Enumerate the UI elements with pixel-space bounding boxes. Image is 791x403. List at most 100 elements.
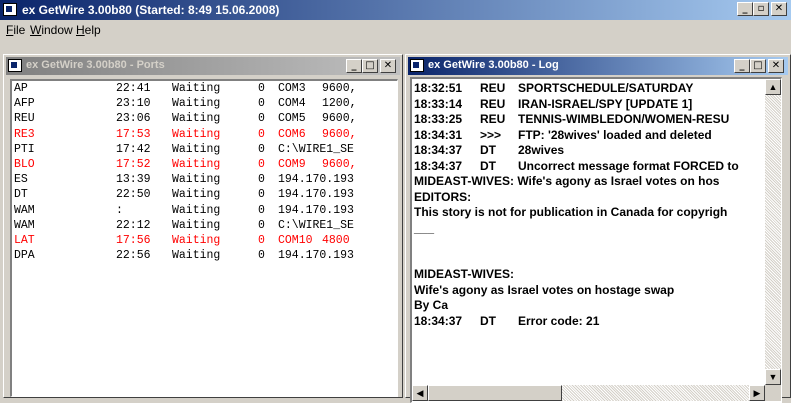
port-time: 17:56 [116,234,151,247]
maximize-icon[interactable]: □ [362,59,378,73]
log-source: DT [480,143,496,157]
log-message: SPORTSCHEDULE/SATURDAY [518,81,694,95]
app-icon[interactable] [3,3,17,16]
log-source: REU [480,81,506,95]
ports-window[interactable]: ex GetWire 3.00b80 - Ports _ □ ✕ AP 22:41… [3,54,403,398]
port-name: WAM [14,218,35,232]
log-message: FTP: '28wives' loaded and deleted [518,127,712,142]
port-state: Waiting [172,173,221,187]
log-time: 18:32:51 [414,81,463,95]
ports-title-bar[interactable]: ex GetWire 3.00b80 - Ports _ □ ✕ [6,57,400,75]
port-state: Waiting [172,158,221,171]
log-time: 18:34:37 [414,143,463,157]
port-name: AFP [14,97,35,111]
port-time: 23:10 [116,97,151,111]
log-message: IRAN-ISRAEL/SPY [UPDATE 1] [518,96,693,111]
port-row[interactable]: AP 22:41 Waiting 0 COM3 9600, [12,82,397,97]
port-row[interactable]: DT 22:50 Waiting 0 194.170.193 [12,188,397,203]
log-text-area[interactable]: 18:32:51 REU SPORTSCHEDULE/SATURDAY 18:33:1… [410,77,782,403]
scroll-up-icon[interactable]: ▲ [765,79,781,95]
port-name: ES [14,173,28,187]
port-time: : [116,203,123,217]
port-row[interactable]: WAM 22:12 Waiting 0 C:\WIRE1_SE [12,218,397,234]
port-row[interactable]: WAM: Waiting 0 194.170.193 [12,203,397,219]
port-time: 23:06 [116,112,151,126]
port-time: 22:50 [116,188,151,202]
close-icon[interactable]: ✕ [771,2,787,16]
restore-icon[interactable]: ▫ [753,2,769,16]
port-count: 0 [258,82,265,95]
log-source: DT [480,158,496,173]
ports-window-icon[interactable] [8,59,22,72]
log-message: MIDEAST-WIVES: Wife's agony as Israel vo… [414,174,720,188]
port-row[interactable]: DPA 22:56 Waiting 0 194.170.193 [12,249,397,264]
log-title-bar[interactable]: ex GetWire 3.00b80 - Log _ □ ✕ [408,57,788,75]
port-time: 22:41 [116,82,151,95]
log-window-icon[interactable] [410,59,424,72]
port-count: 0 [258,188,265,202]
port-state: Waiting [172,203,221,217]
close-icon[interactable]: ✕ [380,59,396,73]
log-time: 18:34:31 [414,127,463,142]
port-state: Waiting [172,112,221,126]
port-row[interactable]: BLO 17:52 Waiting 0 COM9 9600, [12,158,397,173]
log-title: ex GetWire 3.00b80 - Log [428,59,559,71]
minimize-icon[interactable]: _ [737,2,753,16]
log-time: 18:33:25 [414,112,463,126]
port-row[interactable]: ES 13:39 Waiting 0 194.170.193 [12,173,397,188]
log-message: This story is not for publication in Can… [414,205,728,219]
minimize-icon[interactable]: _ [734,59,750,73]
port-source: COM5 [278,112,306,126]
port-name: WAM [14,203,35,217]
port-source: COM6 [278,127,306,141]
port-row[interactable]: PTI 17:42 Waiting 0 C:\WIRE1_SE [12,142,397,158]
log-source: >>> [480,127,502,142]
menu-help[interactable]: Help [76,23,101,37]
port-count: 0 [258,173,265,187]
port-source: C:\WIRE1_SE [278,142,354,156]
port-source: COM4 [278,97,306,111]
port-params: 9600, [322,127,357,141]
log-message: 28wives [518,143,565,157]
port-source: 194.170.193 [278,203,354,217]
port-count: 0 [258,112,265,126]
port-count: 0 [258,234,265,247]
port-state: Waiting [172,249,221,263]
scroll-down-icon[interactable]: ▼ [765,369,781,385]
log-window[interactable]: ex GetWire 3.00b80 - Log _ □ ✕ 18:32:51 R… [405,54,791,403]
scroll-left-icon[interactable]: ◀ [412,385,428,401]
port-params: 9600, [322,158,357,171]
minimize-icon[interactable]: _ [346,59,362,73]
port-state: Waiting [172,142,221,156]
scrollbar-corner [765,385,781,401]
port-row[interactable]: AFP 23:10 Waiting 0 COM4 1200, [12,97,397,112]
app-title: ex GetWire 3.00b80 (Started: 8:49 15.06.… [22,3,280,17]
main-title-bar[interactable]: ex GetWire 3.00b80 (Started: 8:49 15.06.… [0,0,791,20]
port-source: 194.170.193 [278,188,354,202]
port-row[interactable]: LAT 17:56 Waiting 0 COM10 4800 [12,234,397,249]
log-source: REU [480,112,506,126]
log-message: ___ [414,220,435,235]
close-icon[interactable]: ✕ [768,59,784,73]
port-name: RE3 [14,127,35,141]
menu-window[interactable]: Window [30,23,73,37]
log-time: 18:34:37 [414,158,463,173]
log-message: MIDEAST-WIVES: [414,267,515,281]
horizontal-scroll-thumb[interactable] [428,385,562,401]
scroll-right-icon[interactable]: ▶ [749,385,765,401]
port-state: Waiting [172,97,221,111]
port-time: 13:39 [116,173,151,187]
ports-list[interactable]: AP 22:41 Waiting 0 COM3 9600, AFP 23:10 Waiting 0… [10,79,398,397]
log-message: Uncorrect message format FORCED to [518,158,739,173]
log-message: Error code: 21 [518,313,600,328]
port-count: 0 [258,203,265,217]
log-time: 18:34:37 [414,313,463,328]
log-vertical-scrollbar[interactable] [765,79,781,385]
menu-file[interactable]: File [6,23,25,37]
log-message: Wife's agony as Israel votes on hostage … [414,282,675,297]
port-params: 4800 [322,234,350,247]
maximize-icon[interactable]: □ [750,59,766,73]
port-source: 194.170.193 [278,249,354,263]
port-row[interactable]: RE3 17:53 Waiting 0 COM6 9600, [12,127,397,143]
port-row[interactable]: REU 23:06 Waiting 0 COM5 9600, [12,112,397,127]
